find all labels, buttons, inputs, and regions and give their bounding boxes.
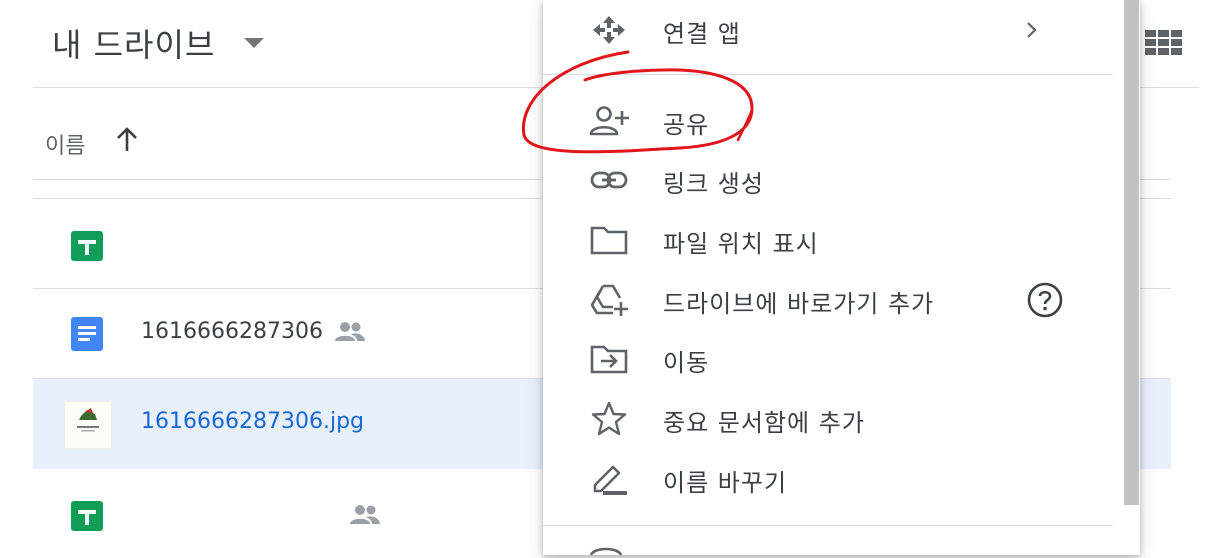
menu-item-add-starred[interactable]: 중요 문서함에 추가 (543, 389, 1113, 449)
menu-divider (543, 74, 1113, 75)
menu-item-add-shortcut[interactable]: 드라이브에 바로가기 추가 (543, 270, 1113, 330)
menu-item-label: 중요 문서함에 추가 (663, 409, 865, 437)
sort-by-name-header[interactable]: 이름 (45, 128, 85, 160)
menu-item-label: 이동 (663, 349, 710, 377)
menu-item-get-link[interactable]: 링크 생성 (543, 150, 1113, 210)
menu-item-label: 공유 (663, 111, 710, 139)
menu-item-label: 드라이브에 바로가기 추가 (663, 290, 935, 318)
menu-item-label: 링크 생성 (663, 170, 764, 198)
menu-item-show-location[interactable]: 파일 위치 표시 (543, 210, 1113, 270)
context-menu: 연결 앱 공유 링크 생성 파일 위치 표시 드라이브에 바로가기 추가 이동 … (543, 0, 1140, 555)
pencil-icon (593, 465, 627, 495)
docs-icon (71, 317, 103, 351)
link-icon (590, 171, 628, 189)
shared-people-icon (350, 505, 380, 524)
sheets-icon (71, 231, 103, 261)
menu-item-share[interactable]: 공유 (543, 91, 1113, 151)
menu-divider (543, 525, 1113, 526)
menu-scrollbar[interactable] (1124, 0, 1139, 505)
thumbnail-image-icon (77, 408, 99, 432)
menu-item-open-with[interactable]: 연결 앱 (543, 0, 1113, 60)
file-name[interactable]: 1616666287306 (141, 319, 323, 344)
menu-item-label: 이름 바꾸기 (663, 469, 788, 497)
folder-icon (590, 226, 628, 255)
star-icon (591, 401, 627, 436)
menu-item-move[interactable]: 이동 (543, 329, 1113, 389)
info-icon (589, 547, 623, 555)
image-thumbnail (64, 401, 112, 449)
page-title[interactable]: 내 드라이브 (52, 20, 215, 66)
grid-view-icon[interactable] (1145, 30, 1185, 56)
menu-item-rename[interactable]: 이름 바꾸기 (543, 449, 1113, 509)
add-person-icon (589, 106, 629, 136)
move-to-folder-icon (590, 345, 628, 374)
help-icon[interactable] (1027, 282, 1063, 318)
add-to-drive-icon (590, 284, 628, 316)
menu-item-label: 파일 위치 표시 (663, 230, 819, 258)
arrow-up-icon[interactable] (115, 126, 139, 154)
move-arrows-icon (593, 16, 625, 44)
menu-item-label: 연결 앱 (663, 20, 741, 48)
chevron-right-icon (1027, 22, 1037, 38)
title-dropdown-icon[interactable] (244, 38, 264, 48)
sheets-icon (71, 501, 103, 531)
file-name[interactable]: 1616666287306.jpg (141, 409, 364, 434)
shared-people-icon (335, 322, 365, 341)
